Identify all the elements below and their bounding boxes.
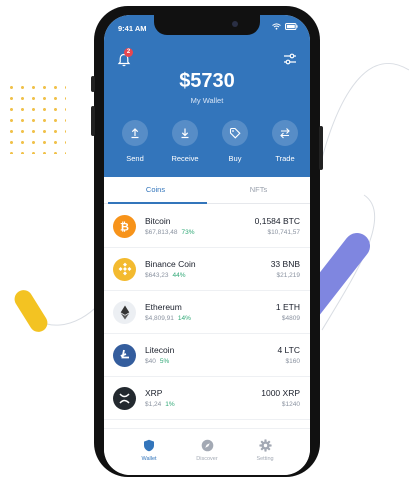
coin-change: 73% [181, 229, 195, 236]
wallet-label: My Wallet [190, 96, 224, 105]
tab-nfts[interactable]: NFTs [207, 177, 310, 203]
coin-amount: 33 BNB [270, 259, 300, 269]
ethereum-icon [113, 300, 136, 324]
coin-name: Bitcoin [145, 216, 171, 226]
shield-icon [144, 439, 154, 452]
coin-name: Litecoin [145, 345, 175, 355]
nav-discover[interactable]: Discover [190, 439, 224, 475]
coin-amount: 1000 XRP [261, 388, 300, 398]
bottom-navigation: Wallet Discover Setting [104, 428, 310, 475]
arrow-up-icon [131, 128, 139, 139]
wallet-header: 9:41 AM 2 $5730 My Wallet Send Receive B… [104, 15, 310, 185]
coin-value: $1240 [281, 401, 300, 408]
nav-wallet[interactable]: Wallet [132, 439, 166, 475]
coin-row-binance-coin[interactable]: Binance Coin $643,23 44% 33 BNB $21,219 [104, 248, 310, 291]
litecoin-icon [113, 343, 136, 367]
coin-price: $4,809,91 [145, 315, 174, 322]
trade-label: Trade [275, 154, 295, 163]
coin-value: $4809 [281, 315, 300, 322]
coin-name: Binance Coin [145, 259, 196, 269]
coin-change: 44% [172, 272, 186, 279]
wifi-icon [272, 23, 281, 30]
trade-button[interactable]: Trade [268, 120, 302, 163]
coin-amount: 0,1584 BTC [254, 216, 300, 226]
coin-name: Ethereum [145, 302, 182, 312]
tab-coins[interactable]: Coins [104, 177, 207, 204]
coin-value: $160 [285, 358, 300, 365]
buy-button[interactable]: Buy [218, 120, 252, 163]
coin-row-ethereum[interactable]: Ethereum $4,809,91 14% 1 ETH $4809 [104, 291, 310, 334]
coin-change: 1% [165, 401, 175, 408]
nav-setting[interactable]: Setting [248, 439, 282, 475]
coin-change: 5% [159, 358, 170, 365]
nav-setting-label: Setting [256, 456, 274, 462]
coin-list: ₿ Bitcoin $67,813,48 73% 0,1584 BTC $10,7… [104, 205, 310, 420]
asset-tabs: Coins NFTs [104, 177, 310, 204]
arrow-down-icon [181, 128, 189, 139]
coin-amount: 4 LTC [277, 345, 300, 355]
buy-label: Buy [228, 154, 242, 163]
receive-label: Receive [171, 154, 199, 163]
xrp-icon [113, 386, 136, 410]
nav-discover-label: Discover [196, 456, 218, 462]
notification-badge: 2 [124, 48, 133, 57]
coin-value: $21,219 [276, 272, 301, 279]
tag-icon [229, 127, 241, 139]
wallet-balance: $5730 [179, 70, 235, 92]
nav-wallet-label: Wallet [141, 456, 157, 462]
coin-value: $10,741,57 [267, 229, 300, 236]
bitcoin-icon: ₿ [113, 214, 136, 238]
coin-price: $67,813,48 [145, 229, 178, 236]
action-bar: Send Receive Buy Trade [118, 120, 302, 163]
send-button[interactable]: Send [118, 120, 152, 163]
gear-icon [258, 439, 272, 452]
sliders-icon[interactable] [282, 51, 298, 67]
coin-amount: 1 ETH [275, 302, 300, 312]
binance-icon [113, 257, 136, 281]
receive-button[interactable]: Receive [168, 120, 202, 163]
coin-row-bitcoin[interactable]: ₿ Bitcoin $67,813,48 73% 0,1584 BTC $10,7… [104, 205, 310, 248]
status-time: 9:41 AM [118, 24, 147, 33]
coin-row-litecoin[interactable]: Litecoin $40 5% 4 LTC $160 [104, 334, 310, 377]
coin-row-xrp[interactable]: XRP $1,24 1% 1000 XRP $1240 [104, 377, 310, 420]
app-screen: 9:41 AM 2 $5730 My Wallet Send Receive B… [104, 15, 310, 475]
coin-name: XRP [145, 388, 163, 398]
coin-price: $40 [145, 358, 156, 365]
coin-price: $1,24 [145, 401, 162, 408]
compass-icon [201, 439, 213, 452]
coin-price: $643,23 [145, 272, 169, 279]
swap-icon [280, 128, 290, 139]
svg-text:₿: ₿ [120, 221, 129, 233]
coin-change: 14% [177, 315, 191, 322]
phone-notch [154, 15, 260, 35]
battery-icon [285, 23, 298, 30]
status-icons [272, 23, 298, 30]
phone-frame: 9:41 AM 2 $5730 My Wallet Send Receive B… [91, 6, 323, 477]
send-label: Send [126, 154, 144, 163]
